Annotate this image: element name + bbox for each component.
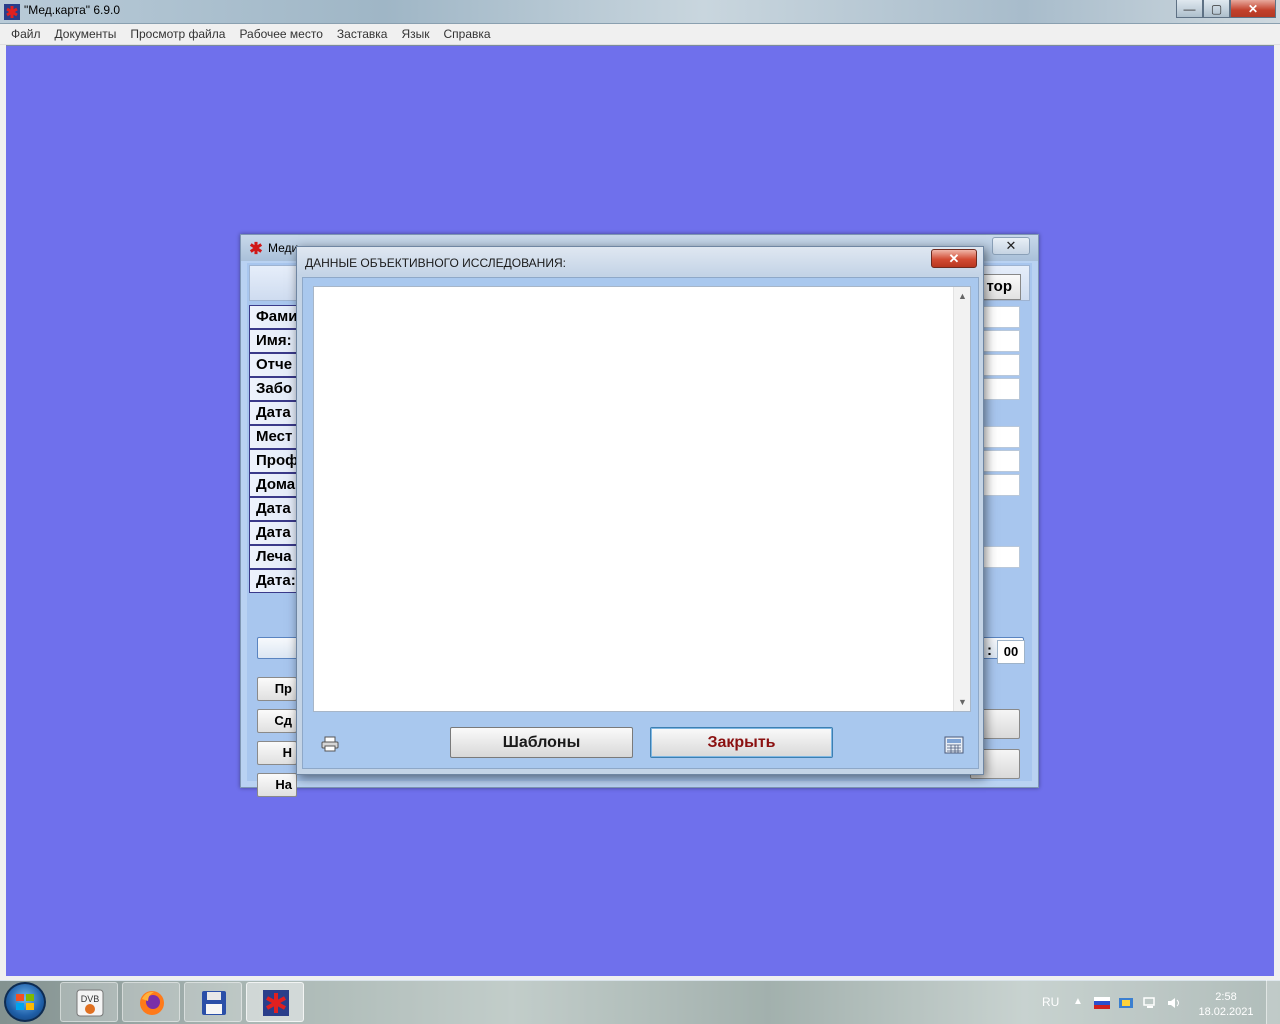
medical-card-title: Меди xyxy=(268,241,299,255)
vertical-scrollbar[interactable]: ▲ ▼ xyxy=(953,287,970,711)
menu-language[interactable]: Язык xyxy=(394,27,436,41)
objective-exam-dialog: ДАННЫЕ ОБЪЕКТИВНОГО ИССЛЕДОВАНИЯ: ✕ ▲ ▼ … xyxy=(296,246,984,775)
menu-bar: Файл Документы Просмотр файла Рабочее ме… xyxy=(0,24,1280,45)
security-tray-icon[interactable] xyxy=(1118,997,1134,1009)
taskbar-app-save[interactable] xyxy=(184,982,242,1022)
start-button[interactable] xyxy=(4,982,46,1022)
exam-text-area[interactable]: ▲ ▼ xyxy=(313,286,971,712)
menu-file[interactable]: Файл xyxy=(4,27,48,41)
minimize-button[interactable]: — xyxy=(1176,0,1203,18)
network-icon[interactable] xyxy=(1142,997,1158,1009)
button-n[interactable]: Н xyxy=(257,741,297,765)
medkarta-icon xyxy=(263,990,289,1016)
medkarta-app-icon xyxy=(4,4,20,20)
button-na[interactable]: На xyxy=(257,773,297,797)
floppy-save-icon xyxy=(202,991,226,1015)
restore-button[interactable]: ▢ xyxy=(1203,0,1230,18)
scroll-down-icon[interactable]: ▼ xyxy=(958,697,967,707)
close-button[interactable]: Закрыть xyxy=(650,727,833,758)
russian-flag-icon[interactable] xyxy=(1094,997,1110,1009)
firefox-icon xyxy=(140,991,164,1015)
button-pr[interactable]: Пр xyxy=(257,677,297,701)
frame-right xyxy=(1274,45,1280,979)
dialog-close-x-button[interactable]: ✕ xyxy=(931,249,977,268)
show-hidden-icons-icon[interactable]: ▲ xyxy=(1073,996,1083,1007)
clock-time: 2:58 xyxy=(1215,991,1237,1003)
show-desktop-button[interactable] xyxy=(1266,980,1280,1024)
taskbar-app-medkarta[interactable] xyxy=(246,982,304,1022)
printer-icon[interactable] xyxy=(321,736,339,752)
taskbar: DVB RU ▲ 2:58 18.02.2021 xyxy=(0,980,1280,1024)
dialog-title: ДАННЫЕ ОБЪЕКТИВНОГО ИССЛЕДОВАНИЯ: xyxy=(305,256,566,270)
templates-button[interactable]: Шаблоны xyxy=(450,727,633,758)
button-sd[interactable]: Сд xyxy=(257,709,297,733)
app-titlebar: "Мед.карта" 6.9.0 — ▢ ✕ xyxy=(0,0,1280,24)
menu-splash[interactable]: Заставка xyxy=(330,27,395,41)
close-window-button[interactable]: ✕ xyxy=(1230,0,1276,18)
time-separator: : xyxy=(987,642,992,659)
menu-help[interactable]: Справка xyxy=(436,27,497,41)
language-indicator[interactable]: RU xyxy=(1042,995,1059,1009)
taskbar-app-firefox[interactable] xyxy=(122,982,180,1022)
menu-documents[interactable]: Документы xyxy=(48,27,124,41)
menu-view-file[interactable]: Просмотр файла xyxy=(123,27,232,41)
dialog-body: ▲ ▼ Шаблоны Закрыть xyxy=(302,277,979,769)
dvb-icon: DVB xyxy=(76,989,104,1017)
medkarta-icon xyxy=(249,241,263,255)
volume-icon[interactable] xyxy=(1166,997,1182,1009)
app-title: "Мед.карта" 6.9.0 xyxy=(24,3,121,17)
svg-text:DVB: DVB xyxy=(81,994,100,1004)
windows-logo-icon xyxy=(16,994,34,1010)
dialog-titlebar: ДАННЫЕ ОБЪЕКТИВНОГО ИССЛЕДОВАНИЯ: ✕ xyxy=(297,247,983,276)
minutes-field[interactable]: 00 xyxy=(997,640,1025,664)
calculator-icon[interactable] xyxy=(944,736,964,754)
scroll-up-icon[interactable]: ▲ xyxy=(958,291,967,301)
window-controls: — ▢ ✕ xyxy=(1176,0,1276,20)
taskbar-app-dvb[interactable]: DVB xyxy=(60,982,118,1022)
clock-date: 18.02.2021 xyxy=(1198,1006,1254,1018)
medical-card-close-button[interactable]: ✕ xyxy=(992,237,1030,255)
menu-workplace[interactable]: Рабочее место xyxy=(232,27,329,41)
clock[interactable]: 2:58 18.02.2021 xyxy=(1196,990,1256,1020)
